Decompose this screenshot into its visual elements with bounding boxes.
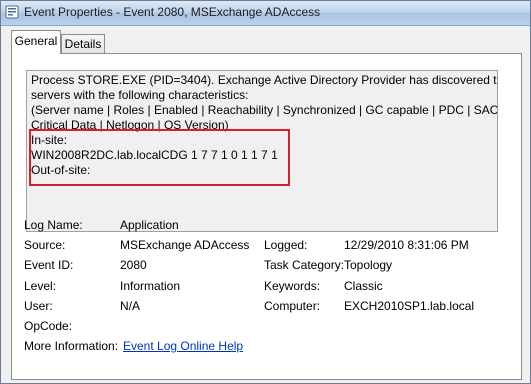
user-label: User: [24,299,53,313]
description-line: Process STORE.EXE (PID=3404). Exchange A… [31,73,497,87]
computer-value[interactable]: EXCH2010SP1.lab.local [344,299,474,313]
event-viewer-icon [5,5,19,19]
level-value[interactable]: Information [120,279,180,293]
tab-general[interactable]: General [11,30,61,54]
keywords-label: Keywords: [264,279,321,293]
opcode-label: OpCode: [24,319,73,333]
level-label: Level: [24,279,57,293]
logged-label: Logged: [264,238,308,252]
keywords-value[interactable]: Classic [344,279,383,293]
more-information-label: More Information: [24,339,119,353]
event-description-box[interactable]: Process STORE.EXE (PID=3404). Exchange A… [26,70,498,232]
log-name-value[interactable]: Application [120,218,179,232]
event-log-online-help-link[interactable]: Event Log Online Help [123,339,243,353]
event-properties-window: Event Properties - Event 2080, MSExchang… [0,0,531,384]
title-bar[interactable]: Event Properties - Event 2080, MSExchang… [1,1,530,26]
logged-value[interactable]: 12/29/2010 8:31:06 PM [344,238,469,252]
general-tab-panel: Process STORE.EXE (PID=3404). Exchange A… [11,53,522,380]
description-line: (Server name | Roles | Enabled | Reachab… [31,103,498,117]
log-name-label: Log Name: [24,218,83,232]
event-id-label: Event ID: [24,258,74,272]
task-category-label: Task Category: [264,258,345,272]
description-line: servers with the following characteristi… [31,88,249,102]
task-category-value[interactable]: Topology [344,258,392,272]
tab-details[interactable]: Details [61,34,105,54]
window-title: Event Properties - Event 2080, MSExchang… [24,5,321,19]
source-label: Source: [24,238,66,252]
computer-label: Computer: [264,299,321,313]
red-highlight-box [29,129,290,186]
event-id-value[interactable]: 2080 [120,258,147,272]
user-value[interactable]: N/A [120,299,140,313]
source-value[interactable]: MSExchange ADAccess [120,238,249,252]
